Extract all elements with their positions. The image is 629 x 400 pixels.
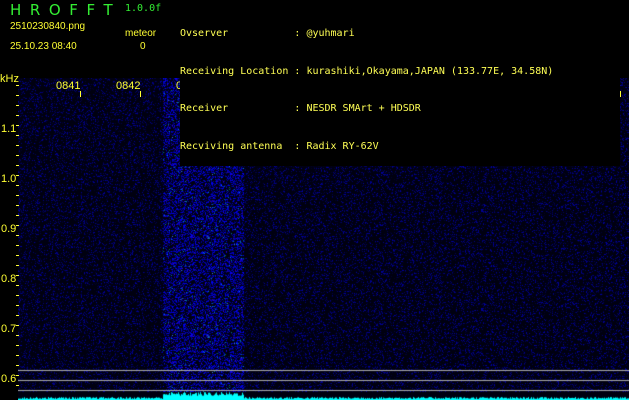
info-row-observer: Ovserver : @yuhmari — [180, 28, 355, 39]
y-tick — [16, 365, 19, 366]
y-tick — [16, 125, 19, 126]
time-tick — [80, 91, 81, 97]
y-tick — [16, 275, 19, 276]
y-tick-label: 0.6 — [1, 373, 17, 385]
meteor-count: 0 — [140, 41, 146, 52]
y-tick-label: 0.7 — [1, 323, 17, 335]
time-label: 0841 — [56, 80, 81, 92]
y-tick — [16, 155, 19, 156]
time-tick — [140, 91, 141, 97]
y-tick — [16, 115, 19, 116]
y-tick — [16, 305, 19, 306]
info-label: Ovserver — [180, 28, 295, 39]
info-row-receiver: Receiver : NESDR SMArt + HDSDR — [180, 103, 421, 114]
y-tick — [16, 265, 19, 266]
y-tick-label: 0.9 — [1, 223, 17, 235]
y-tick — [16, 195, 19, 196]
y-tick — [16, 325, 19, 326]
y-tick — [16, 105, 19, 106]
time-label: 0842 — [116, 80, 141, 92]
info-value: kurashiki,Okayama,JAPAN (133.77E, 34.58N… — [306, 65, 554, 77]
info-value: Radix RY-62V — [306, 140, 379, 152]
y-tick — [16, 315, 19, 316]
y-tick — [16, 225, 19, 226]
y-tick — [16, 285, 19, 286]
y-tick — [16, 335, 19, 336]
y-tick — [16, 345, 19, 346]
info-label: Receiving Location — [180, 65, 295, 77]
y-tick — [16, 85, 19, 86]
y-tick — [16, 215, 19, 216]
y-tick — [16, 95, 19, 96]
y-tick — [16, 175, 19, 176]
y-tick — [16, 295, 19, 296]
app-logo: HROFFT — [10, 1, 120, 19]
y-tick — [16, 235, 19, 236]
station-info: Ovserver : @yuhmari Receiving Location :… — [180, 3, 620, 166]
info-value: @yuhmari — [306, 28, 355, 39]
filename: 2510230840.png — [10, 21, 86, 32]
y-tick — [16, 245, 19, 246]
meteor-label: meteor — [125, 28, 157, 39]
info-label: Receiver — [180, 103, 295, 114]
y-unit-label: kHz — [0, 73, 19, 85]
datetime: 25.10.23 08:40 — [10, 41, 77, 52]
y-tick-label: 0.8 — [1, 273, 17, 285]
y-tick-label: 1.0 — [1, 173, 17, 185]
info-row-location: Receiving Location : kurashiki,Okayama,J… — [180, 65, 554, 77]
y-tick — [16, 135, 19, 136]
y-tick — [16, 385, 19, 386]
info-value: NESDR SMArt + HDSDR — [306, 103, 421, 114]
y-tick — [16, 165, 19, 166]
y-tick — [16, 375, 19, 376]
y-tick — [16, 185, 19, 186]
y-tick-label: 1.1 — [1, 123, 17, 135]
info-label: Recviving antenna — [180, 140, 295, 152]
version-label: 1.0.0f — [125, 3, 162, 14]
info-row-antenna: Recviving antenna : Radix RY-62V — [180, 140, 379, 152]
time-tick — [620, 91, 621, 97]
y-tick — [16, 145, 19, 146]
y-tick — [16, 255, 19, 256]
y-tick — [16, 205, 19, 206]
y-tick — [16, 355, 19, 356]
